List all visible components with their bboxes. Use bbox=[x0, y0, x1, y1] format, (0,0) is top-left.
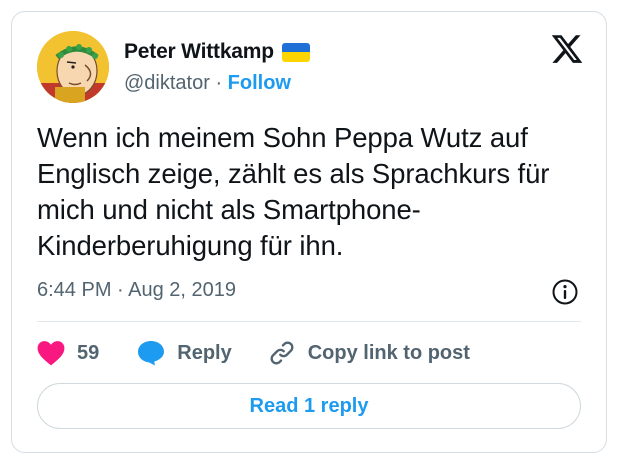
author-name-row: Peter Wittkamp bbox=[124, 40, 310, 64]
flag-blue-stripe bbox=[281, 42, 310, 52]
info-icon[interactable] bbox=[551, 278, 579, 306]
tweet-card: Peter Wittkamp @diktator · Follow Wenn i… bbox=[11, 11, 607, 453]
like-button[interactable]: 59 bbox=[37, 340, 99, 366]
author-handle[interactable]: @diktator bbox=[124, 72, 210, 94]
author-name[interactable]: Peter Wittkamp bbox=[124, 40, 274, 64]
reply-label: Reply bbox=[177, 341, 232, 364]
link-icon bbox=[270, 341, 294, 365]
divider bbox=[37, 321, 581, 322]
likes-count: 59 bbox=[77, 341, 100, 364]
reply-button[interactable]: Reply bbox=[137, 340, 232, 366]
tweet-actions: 59 Reply Copy link to post bbox=[37, 338, 470, 368]
copy-link-label: Copy link to post bbox=[307, 341, 470, 364]
ukraine-flag-icon bbox=[281, 42, 310, 62]
tweet-time: 6:44 PM bbox=[37, 279, 112, 301]
tweet-timestamp[interactable]: 6:44 PM · Aug 2, 2019 bbox=[37, 279, 236, 302]
follow-button[interactable]: Follow bbox=[228, 72, 291, 94]
speech-bubble-icon bbox=[138, 341, 165, 366]
copy-link-button[interactable]: Copy link to post bbox=[268, 339, 470, 367]
avatar[interactable] bbox=[37, 31, 109, 103]
x-logo-icon[interactable] bbox=[550, 32, 584, 66]
author-handle-row: @diktator · Follow bbox=[124, 72, 291, 95]
read-replies-button[interactable]: Read 1 reply bbox=[37, 383, 581, 429]
avatar-illustration bbox=[37, 31, 109, 103]
timestamp-separator: · bbox=[111, 279, 129, 301]
handle-separator: · bbox=[209, 72, 228, 94]
tweet-date: Aug 2, 2019 bbox=[128, 279, 237, 301]
flag-yellow-stripe bbox=[281, 52, 310, 62]
tweet-text: Wenn ich meinem Sohn Peppa Wutz auf Engl… bbox=[37, 122, 550, 261]
heart-icon bbox=[37, 341, 65, 366]
